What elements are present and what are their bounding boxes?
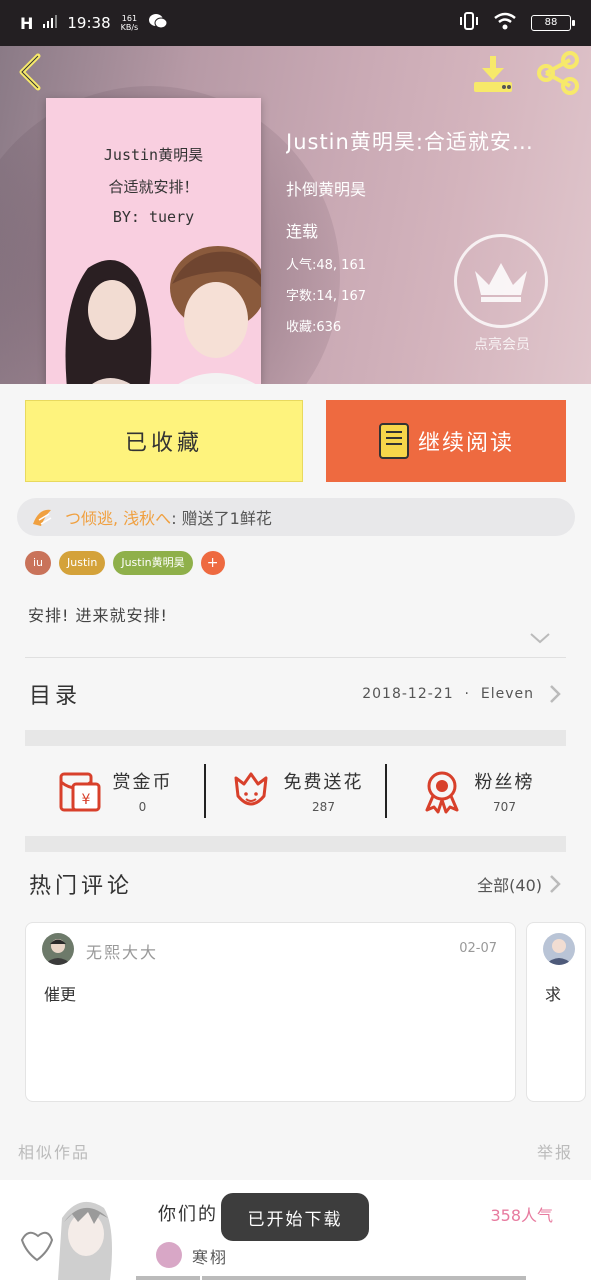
comment-user[interactable]: 无熙大大 bbox=[86, 939, 158, 963]
reward-coins-label: 赏金币 bbox=[112, 772, 173, 793]
back-arrow-icon bbox=[19, 53, 41, 91]
share-icon bbox=[537, 51, 579, 95]
wifi-icon bbox=[493, 12, 517, 34]
book-header: Justin黄明昊 合适就安排！ BY: tuery Justin黄明昊:合适就… bbox=[0, 46, 591, 384]
avatar[interactable] bbox=[543, 933, 575, 965]
recommended-book-popularity: 358人气 bbox=[490, 1206, 553, 1225]
download-icon bbox=[474, 56, 512, 92]
add-tag-button[interactable]: + bbox=[200, 551, 225, 575]
tag-iu[interactable]: iu bbox=[25, 551, 52, 575]
share-button[interactable] bbox=[534, 50, 582, 96]
net-speed: 161 KB/s bbox=[120, 14, 139, 32]
send-flower-label: 免费送花 bbox=[283, 772, 364, 793]
book-cover[interactable]: Justin黄明昊 合适就安排！ BY: tuery bbox=[46, 98, 261, 384]
toc-label: 目录 bbox=[29, 684, 82, 709]
fan-ranking-label: 粉丝榜 bbox=[474, 772, 535, 793]
report-link[interactable]: 举报 bbox=[537, 1139, 573, 1163]
reward-coins-count: 0 bbox=[138, 800, 147, 814]
fan-ranking-count: 707 bbox=[493, 800, 516, 814]
recommended-book-author[interactable]: 寒栩 bbox=[192, 1244, 228, 1268]
toc-latest: 2018-12-21 · Eleven bbox=[362, 686, 534, 702]
crown-icon bbox=[475, 263, 527, 302]
comment-card[interactable]: 无熙大大 02-07 催更 bbox=[25, 922, 516, 1102]
hot-comments-title: 热门评论 bbox=[29, 874, 134, 899]
signal-bars-icon bbox=[43, 14, 58, 32]
continue-reading-label: 继续阅读 bbox=[417, 431, 514, 456]
book-description: 安排! 进来就安排! bbox=[28, 606, 168, 625]
signal-indicator: H bbox=[20, 13, 34, 33]
book-detail-content: 已收藏 继续阅读 つ倾逃, 浅秋へ : 赠送了1鲜花 iu Justin Jus… bbox=[0, 384, 591, 1180]
gift-message: : 赠送了1鲜花 bbox=[171, 509, 272, 528]
tag-justin[interactable]: Justin bbox=[59, 551, 106, 575]
section-separator bbox=[25, 836, 566, 852]
chevron-right-icon bbox=[550, 685, 561, 703]
cover-subtitle-line: 合适就安排！ bbox=[108, 178, 199, 196]
gift-ticker[interactable]: つ倾逃, 浅秋へ : 赠送了1鲜花 bbox=[17, 498, 575, 536]
recommended-book-cover[interactable] bbox=[18, 1188, 136, 1280]
progress-line bbox=[136, 1276, 526, 1280]
download-toast: 已开始下载 bbox=[221, 1193, 369, 1241]
gift-sender[interactable]: つ倾逃, 浅秋へ bbox=[65, 505, 171, 529]
flower-gift-icon bbox=[33, 509, 52, 526]
favorited-button[interactable]: 已收藏 bbox=[25, 400, 303, 482]
flower-icon bbox=[234, 772, 267, 806]
continue-reading-button[interactable]: 继续阅读 bbox=[326, 400, 566, 482]
book-author[interactable]: 扑倒黄明昊 bbox=[286, 176, 586, 200]
battery-indicator: 88 bbox=[531, 15, 575, 31]
chevron-right-icon[interactable] bbox=[548, 873, 562, 895]
cover-byline: BY: tuery bbox=[112, 208, 195, 226]
book-icon bbox=[378, 423, 409, 459]
recommended-book-title[interactable]: 你们的 bbox=[158, 1200, 218, 1226]
reward-coins-button[interactable]: ¥ 赏金币 0 bbox=[25, 768, 204, 814]
comment-card[interactable]: 求 bbox=[526, 922, 586, 1102]
comment-date: 02-07 bbox=[459, 941, 497, 956]
clock: 19:38 bbox=[67, 14, 111, 32]
section-separator bbox=[25, 730, 566, 746]
vip-button[interactable]: 点亮会员 bbox=[454, 234, 550, 354]
vibrate-icon bbox=[459, 11, 479, 35]
vip-label: 点亮会员 bbox=[474, 337, 530, 353]
cover-girl-illustration bbox=[65, 260, 152, 384]
wechat-icon bbox=[148, 12, 168, 34]
chevron-down-icon[interactable] bbox=[528, 630, 552, 646]
back-button[interactable] bbox=[14, 52, 48, 92]
download-button[interactable] bbox=[470, 52, 516, 94]
rewards-bar: ¥ 赏金币 0 免费送花 287 粉丝榜 707 bbox=[25, 746, 566, 836]
status-bar: H 19:38 161 KB/s 88 bbox=[0, 0, 591, 46]
red-envelope-icon: ¥ bbox=[59, 772, 100, 812]
medal-icon bbox=[425, 771, 458, 814]
send-flower-button[interactable]: 免费送花 287 bbox=[206, 768, 385, 814]
fan-ranking-button[interactable]: 粉丝榜 707 bbox=[387, 768, 566, 814]
cover-boy-illustration bbox=[170, 246, 261, 384]
all-comments-link[interactable]: 全部(40) bbox=[477, 872, 542, 896]
avatar[interactable] bbox=[42, 933, 74, 965]
similar-works-label: 相似作品 bbox=[18, 1143, 91, 1162]
hot-comments-header: 热门评论 全部(40) bbox=[25, 868, 566, 900]
send-flower-count: 287 bbox=[312, 800, 335, 814]
avatar bbox=[156, 1242, 182, 1268]
svg-text:¥: ¥ bbox=[81, 792, 90, 808]
cover-title-line: Justin黄明昊 bbox=[103, 146, 204, 164]
tag-justin-huangminghao[interactable]: Justin黄明昊 bbox=[113, 551, 193, 575]
comment-text: 求 bbox=[545, 985, 562, 1004]
tag-list: iu Justin Justin黄明昊 + bbox=[25, 551, 225, 575]
comment-text: 催更 bbox=[44, 985, 77, 1004]
book-title: Justin黄明昊:合适就安… bbox=[286, 130, 534, 154]
table-of-contents-row[interactable]: 目录 2018-12-21 · Eleven bbox=[25, 658, 566, 730]
